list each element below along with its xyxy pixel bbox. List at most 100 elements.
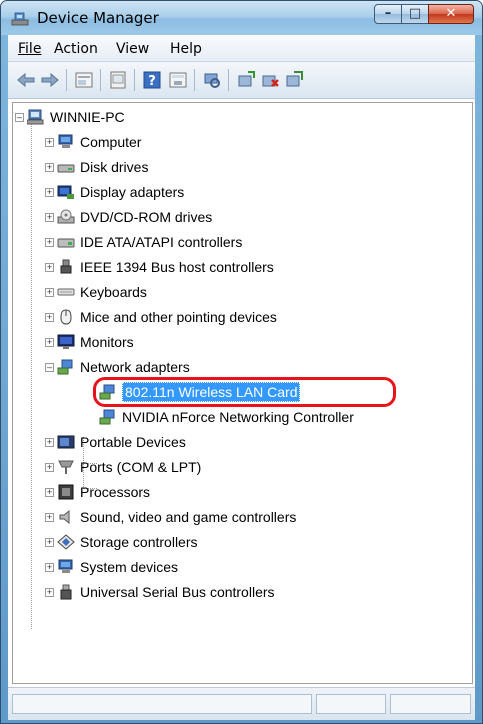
menu-help[interactable]: Help <box>170 41 202 57</box>
expand-toggle[interactable]: + <box>45 212 54 222</box>
minimize-button[interactable]: – <box>374 4 402 24</box>
processor-icon <box>58 484 74 500</box>
disable-device-icon[interactable] <box>260 70 280 90</box>
expand-toggle[interactable]: + <box>45 312 54 322</box>
tree-item-keyboards[interactable]: + Keyboards <box>45 280 147 304</box>
tree-root-winnie-pc[interactable]: – WINNIE-PC <box>15 105 125 129</box>
show-hidden-icon[interactable] <box>108 70 128 90</box>
properties-icon[interactable] <box>74 70 94 90</box>
expand-toggle[interactable]: + <box>45 512 54 522</box>
back-arrow-icon[interactable] <box>16 70 36 90</box>
tree-root-label: WINNIE-PC <box>50 109 125 125</box>
tree-item-mice[interactable]: + Mice and other pointing devices <box>45 305 277 329</box>
expand-toggle[interactable]: + <box>45 562 54 572</box>
tree-item-sound-video-game[interactable]: + Sound, video and game controllers <box>45 505 296 529</box>
toolbar-separator <box>66 69 67 91</box>
tree-item-label: System devices <box>80 559 179 575</box>
title-bar[interactable]: Device Manager – □ ✕ <box>1 1 482 35</box>
scan-hardware-icon[interactable] <box>202 70 222 90</box>
status-pane <box>316 694 386 714</box>
expand-toggle[interactable]: + <box>45 137 54 147</box>
tree-guide-line <box>31 119 32 629</box>
ide-controller-icon <box>57 238 75 248</box>
tree-item-label: Sound, video and game controllers <box>80 509 297 525</box>
toolbar-separator <box>134 69 135 91</box>
menu-view[interactable]: View <box>116 41 149 57</box>
expand-toggle[interactable]: + <box>45 537 54 547</box>
port-icon <box>58 460 74 474</box>
dvd-drive-icon <box>57 209 75 224</box>
tree-item-usb-controllers[interactable]: + Universal Serial Bus controllers <box>45 580 275 604</box>
collapse-toggle[interactable]: – <box>45 362 54 372</box>
expand-toggle[interactable]: + <box>45 287 54 297</box>
usb-icon <box>60 584 72 600</box>
expand-toggle[interactable]: + <box>45 337 54 347</box>
close-button[interactable]: ✕ <box>428 4 474 24</box>
help-icon[interactable]: ? <box>142 70 162 90</box>
tree-item-label: IEEE 1394 Bus host controllers <box>80 259 274 275</box>
tree-item-label: Ports (COM & LPT) <box>80 459 202 475</box>
toolbar-separator <box>100 69 101 91</box>
tree-item-computer[interactable]: + Computer <box>45 130 141 154</box>
forward-arrow-icon[interactable] <box>40 70 60 90</box>
tree-item-monitors[interactable]: + Monitors <box>45 330 134 354</box>
tree-item-ide-controllers[interactable]: + IDE ATA/ATAPI controllers <box>45 230 242 254</box>
firewire-icon <box>60 259 72 274</box>
tree-item-label: Mice and other pointing devices <box>80 309 277 325</box>
network-adapter-icon <box>57 359 73 375</box>
device-manager-window: Device Manager – □ ✕ File Action View He… <box>0 0 483 724</box>
tree-item-ieee1394[interactable]: + IEEE 1394 Bus host controllers <box>45 255 274 279</box>
tree-item-storage-controllers[interactable]: + Storage controllers <box>45 530 198 554</box>
device-manager-icon <box>11 12 29 26</box>
expand-toggle[interactable]: + <box>45 187 54 197</box>
computer-icon <box>58 134 73 148</box>
status-pane <box>390 694 471 714</box>
status-bar <box>8 687 475 720</box>
tree-item-nvidia-networking[interactable]: NVIDIA nForce Networking Controller <box>99 405 354 429</box>
tree-item-portable-devices[interactable]: + Portable Devices <box>45 430 186 454</box>
caption-buttons: – □ ✕ <box>374 4 474 26</box>
monitor-icon <box>57 334 75 349</box>
tree-item-label: Keyboards <box>80 284 147 300</box>
window-client-area: File Action View Help ? – WINNIE-PC + Co… <box>8 35 475 720</box>
tree-item-label: IDE ATA/ATAPI controllers <box>80 234 243 250</box>
network-card-icon <box>99 409 115 425</box>
system-device-icon <box>58 559 73 573</box>
expand-toggle[interactable]: + <box>45 437 54 447</box>
tree-item-disk-drives[interactable]: + Disk drives <box>45 155 148 179</box>
tree-item-ports[interactable]: + Ports (COM & LPT) <box>45 455 201 479</box>
collapse-toggle[interactable]: – <box>15 112 24 122</box>
tree-item-label: Monitors <box>80 334 134 350</box>
update-driver-icon[interactable] <box>168 70 188 90</box>
tree-item-label: Computer <box>80 134 142 150</box>
tree-item-label: Portable Devices <box>80 434 186 450</box>
tree-item-label: Processors <box>80 484 151 500</box>
tree-item-dvd-drives[interactable]: + DVD/CD-ROM drives <box>45 205 212 229</box>
computer-root-icon <box>27 109 44 125</box>
maximize-button[interactable]: □ <box>401 4 429 24</box>
minimize-icon: – <box>384 6 392 21</box>
expand-toggle[interactable]: + <box>45 587 54 597</box>
menu-bar: File Action View Help <box>8 35 475 62</box>
status-pane <box>12 694 312 714</box>
tree-item-system-devices[interactable]: + System devices <box>45 555 178 579</box>
enable-device-icon[interactable] <box>236 70 256 90</box>
uninstall-icon[interactable] <box>284 70 304 90</box>
expand-toggle[interactable]: + <box>45 487 54 497</box>
tree-item-label: NVIDIA nForce Networking Controller <box>122 409 354 425</box>
menu-file[interactable]: File <box>18 41 41 57</box>
portable-device-icon <box>57 435 75 449</box>
expand-toggle[interactable]: + <box>45 237 54 247</box>
tree-item-label: DVD/CD-ROM drives <box>80 209 213 225</box>
expand-toggle[interactable]: + <box>45 262 54 272</box>
tree-item-display-adapters[interactable]: + Display adapters <box>45 180 184 204</box>
toolbar: ? <box>8 62 475 99</box>
menu-action[interactable]: Action <box>54 41 98 57</box>
tree-item-network-adapters[interactable]: – Network adapters <box>45 355 190 379</box>
keyboard-icon <box>57 288 75 296</box>
expand-toggle[interactable]: + <box>45 162 54 172</box>
tree-item-label: Storage controllers <box>80 534 198 550</box>
device-tree[interactable]: – WINNIE-PC + Computer + Disk drives + D… <box>12 102 473 684</box>
expand-toggle[interactable]: + <box>45 462 54 472</box>
tree-item-processors[interactable]: + Processors <box>45 480 150 504</box>
